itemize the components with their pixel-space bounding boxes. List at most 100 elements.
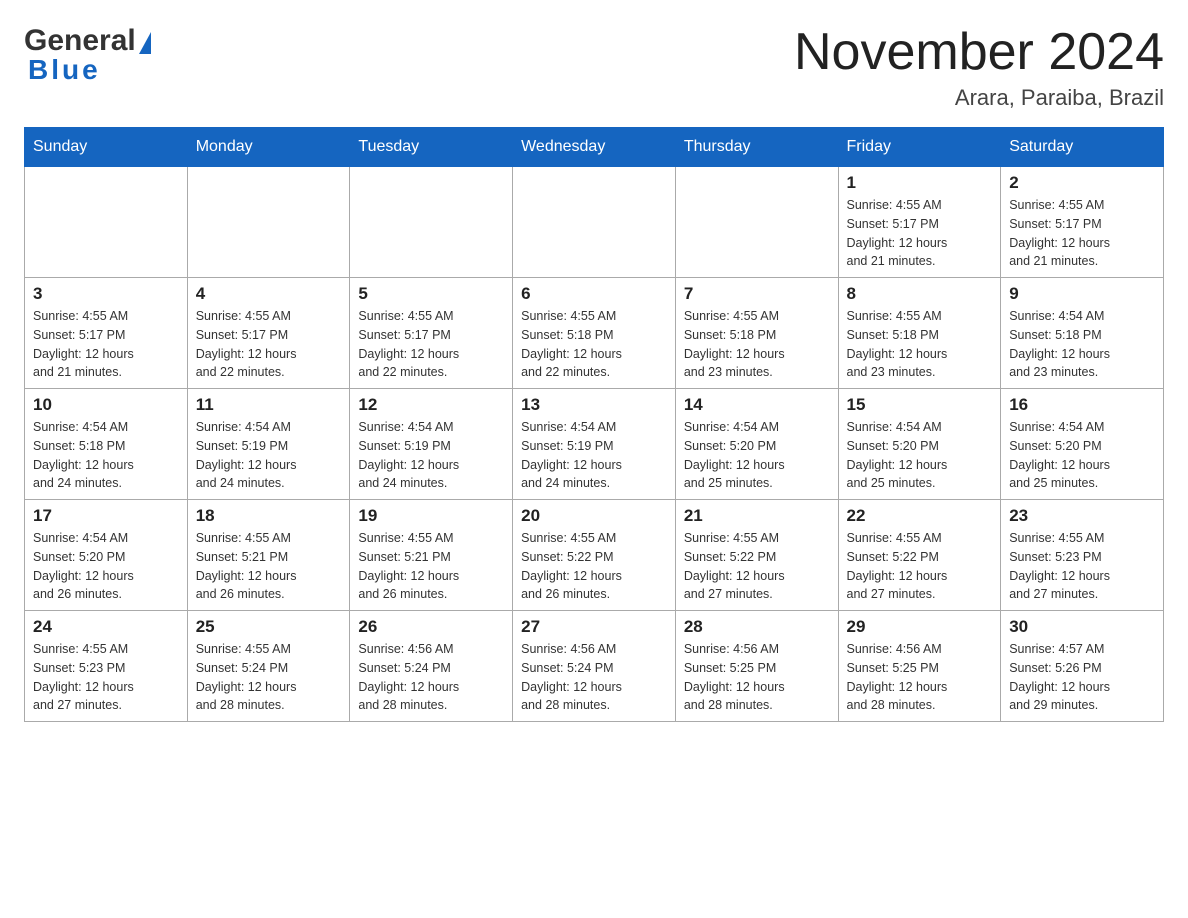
day-number: 7 <box>684 284 830 304</box>
day-number: 10 <box>33 395 179 415</box>
column-header-thursday: Thursday <box>675 128 838 167</box>
calendar-week-row-1: 1Sunrise: 4:55 AMSunset: 5:17 PMDaylight… <box>25 167 1164 278</box>
day-number: 8 <box>847 284 993 304</box>
calendar-cell: 21Sunrise: 4:55 AMSunset: 5:22 PMDayligh… <box>675 500 838 611</box>
calendar-cell: 7 Sunrise: 4:55 AMSunset: 5:18 PMDaylight… <box>675 278 838 389</box>
calendar-week-row-4: 17Sunrise: 4:54 AMSunset: 5:20 PMDayligh… <box>25 500 1164 611</box>
day-number: 28 <box>684 617 830 637</box>
day-info: Sunrise: 4:56 AMSunset: 5:25 PMDaylight:… <box>684 640 830 715</box>
day-number: 30 <box>1009 617 1155 637</box>
calendar-cell: 27Sunrise: 4:56 AMSunset: 5:24 PMDayligh… <box>513 611 676 722</box>
calendar-cell: 29Sunrise: 4:56 AMSunset: 5:25 PMDayligh… <box>838 611 1001 722</box>
column-header-saturday: Saturday <box>1001 128 1164 167</box>
day-number: 9 <box>1009 284 1155 304</box>
calendar-cell: 15 Sunrise: 4:54 AMSunset: 5:20 PMDayligh… <box>838 389 1001 500</box>
calendar-cell: 5 Sunrise: 4:55 AMSunset: 5:17 PMDaylight… <box>350 278 513 389</box>
calendar-cell <box>513 167 676 278</box>
page-header: General Blue November 2024 Arara, Paraib… <box>24 24 1164 111</box>
calendar-cell: 11 Sunrise: 4:54 AMSunset: 5:19 PMDayligh… <box>187 389 350 500</box>
column-header-friday: Friday <box>838 128 1001 167</box>
logo: General Blue <box>24 24 151 86</box>
calendar-cell: 1Sunrise: 4:55 AMSunset: 5:17 PMDaylight… <box>838 167 1001 278</box>
calendar-cell: 12 Sunrise: 4:54 AMSunset: 5:19 PMDayligh… <box>350 389 513 500</box>
calendar-cell: 8 Sunrise: 4:55 AMSunset: 5:18 PMDaylight… <box>838 278 1001 389</box>
day-number: 2 <box>1009 173 1155 193</box>
day-number: 3 <box>33 284 179 304</box>
day-info: Sunrise: 4:55 AMSunset: 5:17 PMDaylight:… <box>33 307 179 382</box>
day-info: Sunrise: 4:54 AMSunset: 5:19 PMDaylight:… <box>358 418 504 493</box>
calendar-cell: 19 Sunrise: 4:55 AMSunset: 5:21 PMDayligh… <box>350 500 513 611</box>
column-header-monday: Monday <box>187 128 350 167</box>
day-number: 19 <box>358 506 504 526</box>
day-number: 22 <box>847 506 993 526</box>
calendar-cell: 3 Sunrise: 4:55 AMSunset: 5:17 PMDaylight… <box>25 278 188 389</box>
column-header-sunday: Sunday <box>25 128 188 167</box>
calendar-cell <box>25 167 188 278</box>
month-title: November 2024 <box>794 24 1164 81</box>
day-info: Sunrise: 4:55 AMSunset: 5:17 PMDaylight:… <box>1009 196 1155 271</box>
calendar-cell: 4 Sunrise: 4:55 AMSunset: 5:17 PMDaylight… <box>187 278 350 389</box>
calendar-week-row-3: 10 Sunrise: 4:54 AMSunset: 5:18 PMDayligh… <box>25 389 1164 500</box>
calendar-cell: 30 Sunrise: 4:57 AMSunset: 5:26 PMDayligh… <box>1001 611 1164 722</box>
day-info: Sunrise: 4:56 AMSunset: 5:24 PMDaylight:… <box>521 640 667 715</box>
day-info: Sunrise: 4:55 AMSunset: 5:22 PMDaylight:… <box>847 529 993 604</box>
calendar-cell: 17Sunrise: 4:54 AMSunset: 5:20 PMDayligh… <box>25 500 188 611</box>
day-info: Sunrise: 4:55 AMSunset: 5:17 PMDaylight:… <box>358 307 504 382</box>
calendar-cell: 6 Sunrise: 4:55 AMSunset: 5:18 PMDaylight… <box>513 278 676 389</box>
day-number: 11 <box>196 395 342 415</box>
day-info: Sunrise: 4:55 AMSunset: 5:21 PMDaylight:… <box>196 529 342 604</box>
day-info: Sunrise: 4:54 AMSunset: 5:20 PMDaylight:… <box>33 529 179 604</box>
calendar-cell: 20 Sunrise: 4:55 AMSunset: 5:22 PMDayligh… <box>513 500 676 611</box>
column-header-tuesday: Tuesday <box>350 128 513 167</box>
day-info: Sunrise: 4:54 AMSunset: 5:20 PMDaylight:… <box>847 418 993 493</box>
day-info: Sunrise: 4:55 AMSunset: 5:18 PMDaylight:… <box>521 307 667 382</box>
calendar-cell <box>350 167 513 278</box>
day-info: Sunrise: 4:55 AMSunset: 5:22 PMDaylight:… <box>684 529 830 604</box>
day-info: Sunrise: 4:54 AMSunset: 5:20 PMDaylight:… <box>684 418 830 493</box>
day-info: Sunrise: 4:55 AMSunset: 5:18 PMDaylight:… <box>847 307 993 382</box>
day-info: Sunrise: 4:57 AMSunset: 5:26 PMDaylight:… <box>1009 640 1155 715</box>
day-number: 4 <box>196 284 342 304</box>
calendar-header-row: SundayMondayTuesdayWednesdayThursdayFrid… <box>25 128 1164 167</box>
calendar-cell: 25Sunrise: 4:55 AMSunset: 5:24 PMDayligh… <box>187 611 350 722</box>
day-number: 15 <box>847 395 993 415</box>
logo-general-text: General <box>24 24 151 58</box>
calendar-cell: 23Sunrise: 4:55 AMSunset: 5:23 PMDayligh… <box>1001 500 1164 611</box>
day-info: Sunrise: 4:56 AMSunset: 5:24 PMDaylight:… <box>358 640 504 715</box>
logo-general-label: General <box>24 24 136 58</box>
day-info: Sunrise: 4:55 AMSunset: 5:17 PMDaylight:… <box>847 196 993 271</box>
day-number: 23 <box>1009 506 1155 526</box>
calendar-cell: 28 Sunrise: 4:56 AMSunset: 5:25 PMDayligh… <box>675 611 838 722</box>
day-number: 18 <box>196 506 342 526</box>
calendar-cell: 10 Sunrise: 4:54 AMSunset: 5:18 PMDayligh… <box>25 389 188 500</box>
day-number: 20 <box>521 506 667 526</box>
calendar-cell: 26Sunrise: 4:56 AMSunset: 5:24 PMDayligh… <box>350 611 513 722</box>
calendar-cell: 22 Sunrise: 4:55 AMSunset: 5:22 PMDayligh… <box>838 500 1001 611</box>
day-number: 12 <box>358 395 504 415</box>
day-number: 6 <box>521 284 667 304</box>
day-number: 5 <box>358 284 504 304</box>
day-info: Sunrise: 4:55 AMSunset: 5:22 PMDaylight:… <box>521 529 667 604</box>
logo-triangle-icon <box>139 32 151 54</box>
calendar-week-row-5: 24 Sunrise: 4:55 AMSunset: 5:23 PMDayligh… <box>25 611 1164 722</box>
day-number: 16 <box>1009 395 1155 415</box>
day-number: 13 <box>521 395 667 415</box>
day-info: Sunrise: 4:55 AMSunset: 5:21 PMDaylight:… <box>358 529 504 604</box>
day-info: Sunrise: 4:55 AMSunset: 5:23 PMDaylight:… <box>33 640 179 715</box>
day-info: Sunrise: 4:54 AMSunset: 5:19 PMDaylight:… <box>521 418 667 493</box>
calendar-week-row-2: 3 Sunrise: 4:55 AMSunset: 5:17 PMDaylight… <box>25 278 1164 389</box>
calendar-cell: 13 Sunrise: 4:54 AMSunset: 5:19 PMDayligh… <box>513 389 676 500</box>
calendar-cell: 9Sunrise: 4:54 AMSunset: 5:18 PMDaylight… <box>1001 278 1164 389</box>
day-number: 14 <box>684 395 830 415</box>
calendar-table: SundayMondayTuesdayWednesdayThursdayFrid… <box>24 127 1164 722</box>
day-info: Sunrise: 4:55 AMSunset: 5:18 PMDaylight:… <box>684 307 830 382</box>
day-info: Sunrise: 4:54 AMSunset: 5:19 PMDaylight:… <box>196 418 342 493</box>
day-info: Sunrise: 4:54 AMSunset: 5:18 PMDaylight:… <box>33 418 179 493</box>
day-info: Sunrise: 4:55 AMSunset: 5:17 PMDaylight:… <box>196 307 342 382</box>
calendar-cell: 18 Sunrise: 4:55 AMSunset: 5:21 PMDayligh… <box>187 500 350 611</box>
day-number: 24 <box>33 617 179 637</box>
calendar-cell <box>187 167 350 278</box>
column-header-wednesday: Wednesday <box>513 128 676 167</box>
day-info: Sunrise: 4:55 AMSunset: 5:24 PMDaylight:… <box>196 640 342 715</box>
calendar-cell: 14 Sunrise: 4:54 AMSunset: 5:20 PMDayligh… <box>675 389 838 500</box>
